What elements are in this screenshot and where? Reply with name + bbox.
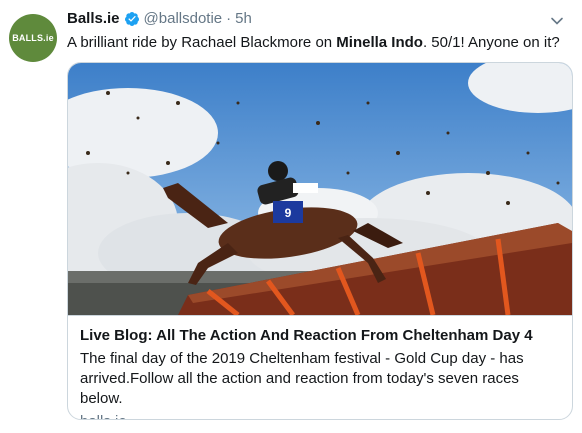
separator-dot: · xyxy=(226,10,232,27)
tweet-text: A brilliant ride by Rachael Blackmore on… xyxy=(67,33,567,53)
card-domain: balls.ie xyxy=(80,412,560,419)
tweet-text-bold: Minella Indo xyxy=(336,34,423,51)
timestamp[interactable]: 5h xyxy=(235,10,252,27)
tweet-text-part: . 50/1! Anyone on it? xyxy=(422,34,560,51)
avatar[interactable]: BALLS.ie xyxy=(9,14,57,62)
chevron-down-icon[interactable] xyxy=(550,14,564,28)
avatar-logo-text: BALLS.ie xyxy=(12,33,54,43)
display-name[interactable]: Balls.ie xyxy=(67,10,120,27)
card-description: The final day of the 2019 Cheltenham fes… xyxy=(80,350,524,407)
card-image[interactable]: 9 xyxy=(68,63,572,315)
user-handle[interactable]: @ballsdotie xyxy=(144,10,223,27)
horse-racing-photo-icon: 9 xyxy=(68,63,572,315)
verified-badge-icon xyxy=(124,11,140,27)
tweet-text-part: A brilliant ride by Rachael Blackmore on xyxy=(67,34,337,51)
saddle-number: 9 xyxy=(285,206,292,220)
card-body[interactable]: Live Blog: All The Action And Reaction F… xyxy=(68,315,572,419)
card-title[interactable]: Live Blog: All The Action And Reaction F… xyxy=(80,326,560,346)
link-card[interactable]: 9 Live Blog: All The Action And Reaction… xyxy=(67,62,573,420)
tweet-header: Balls.ie @ballsdotie · 5h xyxy=(67,10,252,27)
